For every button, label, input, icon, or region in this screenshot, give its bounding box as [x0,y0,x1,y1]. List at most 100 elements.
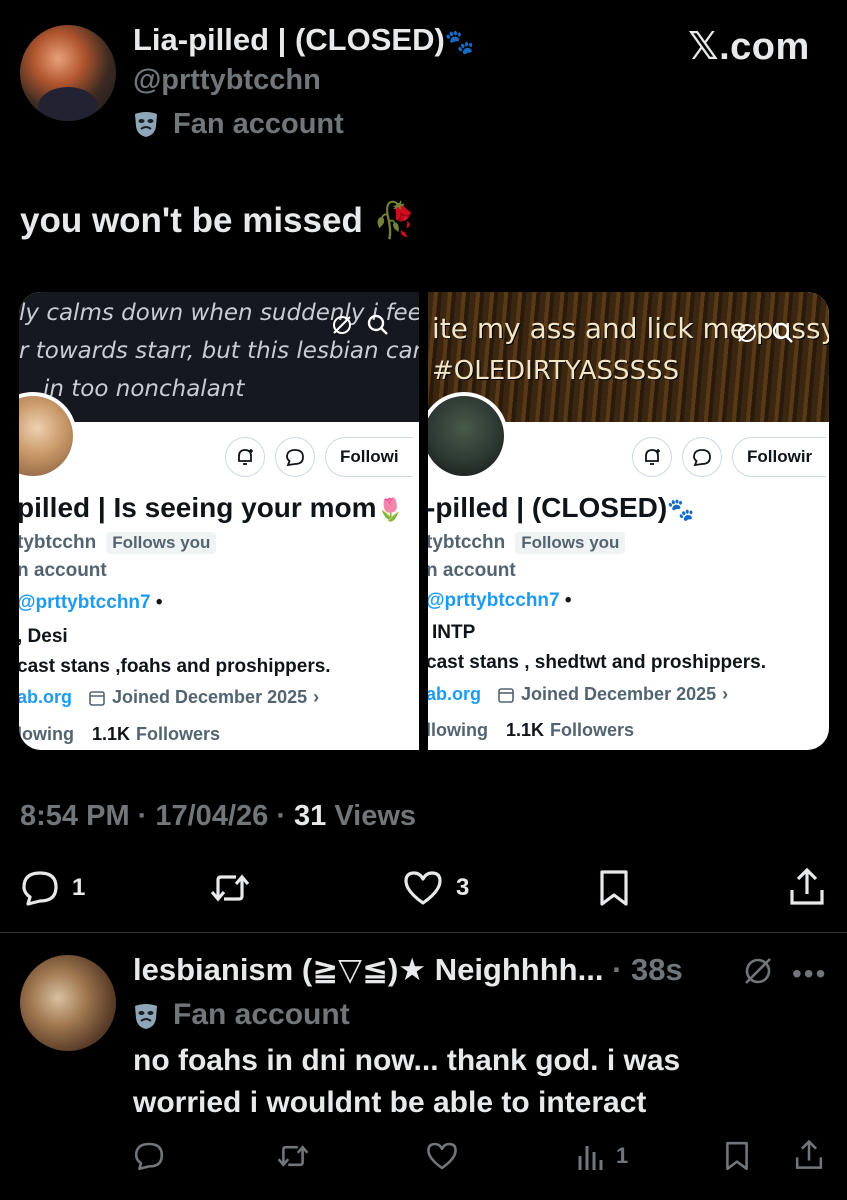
more-options-icon[interactable]: ••• [792,958,827,990]
profile-account-label: n account [428,560,516,581]
followers-count: 1.1K [92,724,131,744]
views-label: Views [326,800,417,832]
bookmark-icon [726,1141,748,1171]
profile-website: ab.org [428,684,482,704]
reply-text: no foahs in dni now... thank god. i was … [133,1040,680,1124]
tulip-emoji: 🌷 [376,497,404,522]
follows-you-badge: Follows you [515,532,626,554]
author-avatar[interactable] [20,25,116,121]
divider [0,932,847,933]
reply-account-label: Fan account [173,998,350,1031]
message-icon [286,449,304,467]
reply-author-name[interactable]: lesbianism (≧▽≦)★ Neighhhh... · 38s [133,952,683,988]
banner-icon-group [736,322,794,344]
bio-handle-link: @prttybtcchn7 [428,590,560,611]
like-button[interactable]: 3 [402,868,469,908]
profile-name: pilled | Is seeing your mom🌷 [19,492,404,524]
bookmark-button[interactable] [596,868,632,908]
message-button [275,437,315,477]
reply-bookmark-button[interactable] [722,1140,752,1172]
reply-views-count: 1 [616,1143,629,1168]
reply-author-name-text: lesbianism (≧▽≦)★ Neighhhh... [133,952,604,987]
search-icon [772,322,793,343]
timestamp-text: 8:54 PM · 17/04/26 · [20,800,295,832]
profile-bio-line: @prttybtcchn7 • [19,592,163,614]
profile-account-label: n account [19,560,107,581]
following-button: Followi [325,437,413,477]
profile-name: -pilled | (CLOSED)🐾 [428,492,695,524]
wilted-rose-emoji: 🥀 [372,201,417,240]
retweet-icon [210,874,250,902]
reply-icon [22,871,58,906]
post-image-left[interactable]: ly calms down when suddenly i feel a he … [19,292,419,750]
post-timestamp[interactable]: 8:54 PM · 17/04/26 · 31 Views [20,800,416,833]
profile-handle: tybtcchn Follows you [19,532,217,554]
bell-plus-icon [238,449,253,465]
paw-emoji: 🐾 [444,29,475,56]
banner-text-line: r towards starr, but this lesbian cant r… [19,338,419,364]
analytics-icon [578,1146,603,1170]
profile-name-text: -pilled | (CLOSED) [428,492,668,523]
profile-handle: tybtcchn Follows you [428,532,626,554]
mask-icon [135,112,157,137]
profile-bio-line: @prttybtcchn7 • [428,590,572,612]
reply-count: 1 [72,874,86,901]
banner-text-line: in too nonchalant [43,376,245,402]
reply-reply-button[interactable] [133,1140,165,1172]
views-count: 31 [294,800,327,832]
mask-icon [135,1004,157,1029]
reply-like-button[interactable] [425,1140,459,1172]
profile-meta: ab.org Joined December 2025 › [428,684,728,705]
profile-banner: ly calms down when suddenly i feel a he … [19,292,419,422]
share-icon [790,867,824,905]
profile-handle-text: tybtcchn [19,532,97,553]
reply-views-button[interactable]: 1 [576,1140,628,1172]
heart-icon [427,1142,457,1170]
followers-label: Followers [550,720,635,740]
reply-share-button[interactable] [794,1138,824,1172]
search-icon [367,314,388,335]
grok-icon [333,316,351,334]
following-label: lowing [19,724,74,744]
author-display-name[interactable]: Lia-pilled | (CLOSED)🐾 [133,22,475,58]
profile-avatar [428,392,508,480]
profile-website: ab.org [19,687,73,707]
banner-text-line: #OLEDIRTYASSSSS [432,356,680,386]
retweet-button[interactable] [208,868,252,908]
profile-bio-line: INTP [432,622,476,643]
profile-bio-line: cast stans , shedtwt and proshippers. [428,652,766,673]
notify-button [225,437,265,477]
banner-icon-group [331,314,389,336]
author-name-text: Lia-pilled | (CLOSED) [133,22,445,57]
bell-plus-icon [645,449,660,465]
profile-joined: Joined December 2025 [112,687,308,707]
reply-retweet-button[interactable] [275,1140,311,1172]
like-count: 3 [456,874,470,901]
reply-icon [134,1142,164,1171]
post-text-body: you won't be missed [20,201,363,240]
grok-icon[interactable] [742,955,774,987]
profile-joined: Joined December 2025 [521,684,717,704]
profile-name-text: pilled | Is seeing your mom [19,492,377,523]
grok-icon [738,324,756,342]
author-handle[interactable]: @prttybtcchn [133,64,321,97]
post-text: you won't be missed 🥀 [20,200,416,241]
reply-button[interactable]: 1 [20,868,85,908]
message-icon [693,449,711,467]
profile-follow-stats: llowing 1.1K Followers [428,720,634,741]
profile-bio-line: , Desi [19,626,68,647]
post-image-right[interactable]: ite my ass and lick me pussy #OLEDIRTYAS… [428,292,829,750]
bio-bullet: • [150,592,163,613]
profile-bio-line: cast stans ,foahs and proshippers. [19,656,331,677]
reply-author-avatar[interactable] [20,955,116,1051]
profile-meta: ab.org Joined December 2025 › [19,687,319,708]
paw-emoji: 🐾 [667,497,695,522]
chevron-right-icon: › [722,684,729,704]
followers-count: 1.1K [506,720,545,740]
share-button[interactable] [788,866,826,908]
retweet-icon [277,1145,309,1167]
calendar-icon [498,687,514,703]
following-button: Followir [732,437,827,477]
calendar-icon [89,690,105,706]
share-icon [795,1139,823,1169]
